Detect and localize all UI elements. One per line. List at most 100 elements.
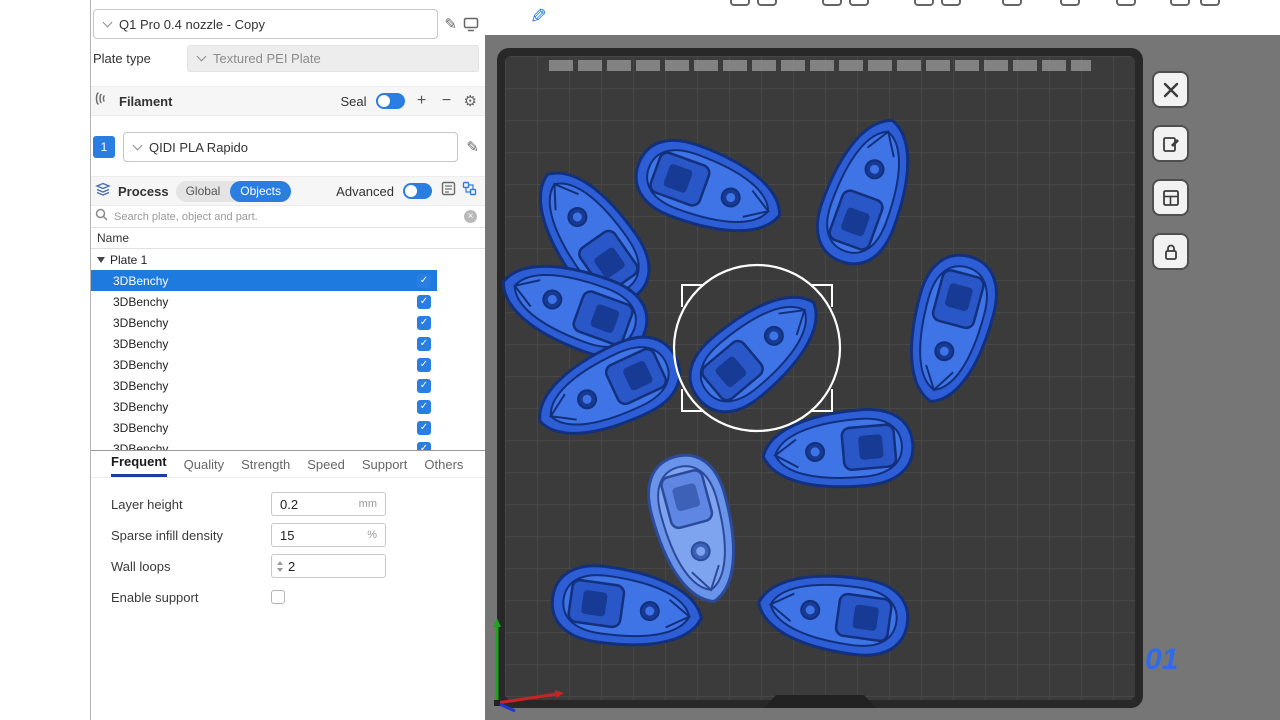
viewport-side-toolbar [1152,71,1189,270]
print-checkbox[interactable] [417,274,431,288]
sparse-infill-unit: % [367,529,377,541]
printer-select[interactable]: Q1 Pro 0.4 nozzle - Copy [93,9,438,39]
print-checkbox[interactable] [417,358,431,372]
parameter-table-icon[interactable] [441,181,456,201]
object-label: 3DBenchy [113,442,168,451]
object-row[interactable]: 3DBenchy [91,375,485,396]
layer-height-input[interactable] [280,497,359,512]
search-icon [95,208,108,226]
object-row[interactable]: 3DBenchy [91,417,485,438]
search-input[interactable] [114,211,458,223]
wall-loops-row: Wall loops [111,554,485,578]
filament-icon [95,91,112,111]
tab-quality[interactable]: Quality [184,457,224,477]
object-tree: Plate 1 3DBenchy 3DBenchy 3DBenchy [91,249,485,450]
object-label: 3DBenchy [113,337,168,351]
plate-type-row: Plate type Textured PEI Plate [91,45,485,72]
auto-orient-button[interactable] [1152,125,1189,162]
stepper-arrows-icon[interactable] [277,561,283,572]
object-label: 3DBenchy [113,274,168,288]
device-screen-icon[interactable] [463,17,479,32]
filament-settings-gear-icon[interactable]: ⚙ [464,92,477,110]
sparse-infill-field: % [271,523,386,547]
filament-section-header: Filament Seal + − ⚙ [91,86,485,116]
layer-height-field: mm [271,492,386,516]
print-checkbox[interactable] [417,442,431,451]
edit-filament-icon[interactable]: ✎ [466,140,479,155]
filament-select-value: QIDI PLA Rapido [149,140,248,155]
process-title: Process [118,184,169,199]
object-row[interactable]: 3DBenchy [91,291,485,312]
print-checkbox[interactable] [417,295,431,309]
add-filament-button[interactable]: + [414,92,430,110]
print-checkbox[interactable] [417,337,431,351]
object-settings-icon[interactable] [462,181,477,201]
close-icon [1161,80,1181,100]
scope-objects-button[interactable]: Objects [230,181,291,202]
prepare-sidebar: Q1 Pro 0.4 nozzle - Copy ✎ Plate type Te… [0,0,485,720]
close-button[interactable] [1152,71,1189,108]
object-row-extra [437,417,485,438]
wall-loops-input[interactable] [288,559,385,574]
toolbar-clipped-icons [730,0,1235,9]
wall-loops-label: Wall loops [111,559,271,574]
object-label: 3DBenchy [113,295,168,309]
viewport-3d[interactable]: ✎ [485,0,1280,720]
object-label: 3DBenchy [113,400,168,414]
layer-height-unit: mm [359,498,377,510]
benchy-object[interactable] [894,247,1006,412]
filament-select[interactable]: QIDI PLA Rapido [123,132,458,162]
chevron-down-icon [133,140,143,150]
enable-support-checkbox[interactable] [271,590,285,604]
search-bar: × [91,206,485,228]
object-row-extra [437,375,485,396]
scene-3d[interactable]: 01 [485,35,1280,720]
clear-search-icon[interactable]: × [464,210,477,223]
benchy-object[interactable] [753,565,912,661]
object-row-extra [437,333,485,354]
remove-filament-button[interactable]: − [439,92,455,110]
edit-printer-icon[interactable]: ✎ [444,17,457,32]
printer-select-value: Q1 Pro 0.4 nozzle - Copy [119,17,265,32]
scope-global-button[interactable]: Global [176,181,231,202]
print-checkbox[interactable] [417,400,431,414]
tab-frequent[interactable]: Frequent [111,454,167,477]
tab-others[interactable]: Others [424,457,463,477]
print-checkbox[interactable] [417,316,431,330]
seal-label: Seal [341,94,367,109]
layout-icon [1161,188,1181,208]
plate-node-label: Plate 1 [110,253,147,267]
advanced-toggle[interactable] [403,183,432,199]
object-row[interactable]: 3DBenchy [91,396,485,417]
object-row[interactable]: 3DBenchy [91,333,485,354]
sparse-infill-label: Sparse infill density [111,528,271,543]
object-row-extra [437,438,485,450]
print-checkbox[interactable] [417,421,431,435]
benchy-object[interactable] [760,406,916,495]
tab-strength[interactable]: Strength [241,457,290,477]
object-row[interactable]: 3DBenchy [91,438,485,450]
object-row-extra [437,396,485,417]
filament-title: Filament [119,94,172,109]
plate-tree-node[interactable]: Plate 1 [91,249,485,270]
sparse-infill-input[interactable] [280,528,367,543]
object-row[interactable]: 3DBenchy [91,270,485,291]
layer-height-label: Layer height [111,497,271,512]
tab-support[interactable]: Support [362,457,408,477]
layout-button[interactable] [1152,179,1189,216]
object-row-extra [437,312,485,333]
object-row[interactable]: 3DBenchy [91,312,485,333]
seal-toggle[interactable] [376,93,405,109]
filament-slot-badge[interactable]: 1 [93,136,115,158]
plate-number-label[interactable]: 01 [1145,643,1178,677]
print-checkbox[interactable] [417,379,431,393]
tab-speed[interactable]: Speed [307,457,345,477]
pencil-edit-icon[interactable]: ✎ [530,4,547,29]
object-row[interactable]: 3DBenchy [91,354,485,375]
sparse-infill-row: Sparse infill density % [111,523,485,547]
benchy-object-selected[interactable] [674,273,838,428]
benchy-object[interactable] [805,107,928,274]
benchy-object[interactable] [626,128,793,251]
lock-button[interactable] [1152,233,1189,270]
plate-type-select[interactable]: Textured PEI Plate [187,45,479,72]
